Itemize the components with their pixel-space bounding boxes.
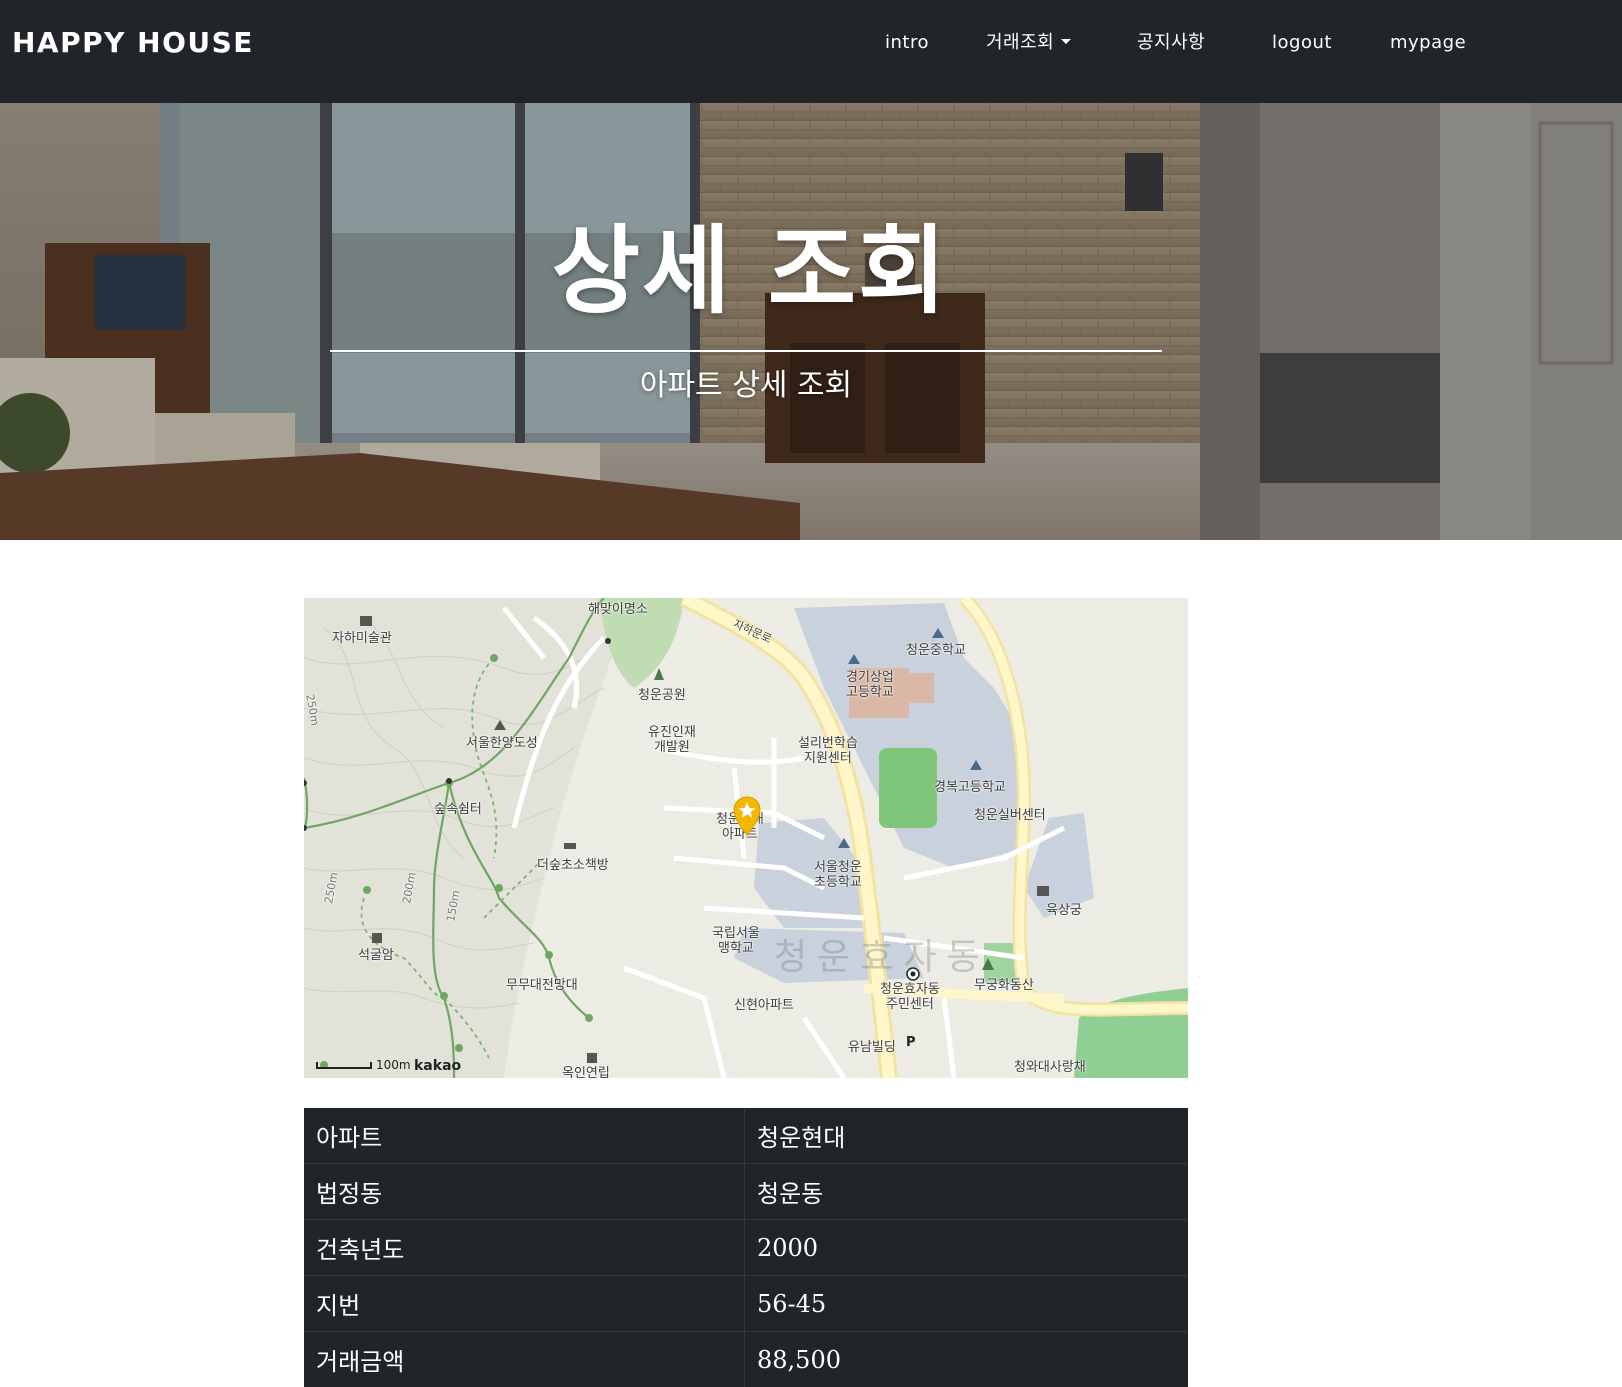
brand-logo[interactable]: HAPPY HOUSE	[12, 26, 254, 60]
map-label: 숲속쉼터	[434, 802, 482, 818]
map-scale: 100m	[316, 1058, 411, 1072]
page-subtitle: 아파트 상세 조회	[0, 366, 1492, 406]
detail-value: 청운현대	[745, 1108, 1189, 1164]
detail-key: 건축년도	[304, 1220, 745, 1276]
detail-key: 법정동	[304, 1164, 745, 1220]
map-label: 신현아파트	[734, 998, 794, 1014]
table-row: 지번56-45	[304, 1276, 1188, 1332]
detail-value: 청운동	[745, 1164, 1189, 1220]
map-label: 청와대사랑채	[1014, 1060, 1086, 1076]
map-label: 육상궁	[1046, 903, 1082, 919]
detail-value: 88,500	[745, 1332, 1189, 1387]
table-row: 거래금액88,500	[304, 1332, 1188, 1387]
title-divider	[330, 350, 1162, 352]
map-label: 자하미술관	[332, 631, 392, 647]
scale-bar	[316, 1062, 372, 1069]
hero-banner: 상세 조회 아파트 상세 조회	[0, 103, 1622, 540]
apartment-detail-table: 아파트청운현대법정동청운동건축년도2000지번56-45거래금액88,500	[304, 1108, 1188, 1387]
map-label: 옥인연립	[562, 1066, 610, 1078]
location-marker-icon[interactable]	[732, 796, 762, 836]
table-row: 건축년도2000	[304, 1220, 1188, 1276]
map-label: 청운공원	[638, 688, 686, 704]
detail-value: 56-45	[745, 1276, 1189, 1332]
map-label: 청운효자동 주민센터	[880, 982, 940, 1012]
map-label: 서울한양도성	[466, 736, 538, 752]
nav-link-intro[interactable]: intro	[885, 30, 929, 56]
detail-table-body: 아파트청운현대법정동청운동건축년도2000지번56-45거래금액88,500	[304, 1108, 1188, 1387]
map-label: 경기상업 고등학교	[846, 670, 894, 700]
map-label: 경복고등학교	[934, 780, 1006, 796]
map-label: 청운실버센터	[974, 808, 1046, 824]
table-row: 아파트청운현대	[304, 1108, 1188, 1164]
scale-label: 100m	[376, 1058, 411, 1072]
map-label: 더숲초소책방	[537, 858, 609, 874]
caret-down-icon	[1061, 39, 1071, 44]
map-label: 석굴암	[358, 948, 394, 964]
map-label: 청운중학교	[906, 643, 966, 659]
detail-key: 지번	[304, 1276, 745, 1332]
district-label: 청운효자동	[774, 928, 990, 980]
kakao-map[interactable]: P 해맞이명소 자하미술관 자하문로 청운중학교 경기상업 고등학교 청운공원 …	[304, 598, 1188, 1078]
page-title: 상세 조회	[0, 215, 1500, 327]
map-label: 국립서울 맹학교	[712, 926, 760, 956]
top-navbar: HAPPY HOUSE intro 거래조회 공지사항 logout mypag…	[0, 0, 1622, 103]
table-row: 법정동청운동	[304, 1164, 1188, 1220]
map-label: 설리번학습 지원센터	[798, 736, 858, 766]
map-label: 무궁화동산	[974, 978, 1034, 994]
map-label: 유진인재 개발원	[648, 725, 696, 755]
nav-link-notice[interactable]: 공지사항	[1137, 30, 1205, 56]
detail-value: 2000	[745, 1220, 1189, 1276]
nav-link-logout[interactable]: logout	[1272, 30, 1332, 56]
nav-dropdown-deals-label: 거래조회	[986, 32, 1054, 53]
map-label: 유남빌딩	[848, 1040, 896, 1056]
nav-link-mypage[interactable]: mypage	[1390, 30, 1466, 56]
map-label: 무무대전망대	[506, 978, 578, 994]
kakao-logo[interactable]: kakao	[414, 1058, 461, 1074]
map-label: 해맞이명소	[588, 602, 648, 618]
detail-key: 아파트	[304, 1108, 745, 1164]
detail-key: 거래금액	[304, 1332, 745, 1387]
map-label: 서울청운 초등학교	[814, 860, 862, 890]
nav-dropdown-deals[interactable]: 거래조회	[986, 30, 1071, 56]
svg-text:P: P	[906, 1035, 916, 1050]
